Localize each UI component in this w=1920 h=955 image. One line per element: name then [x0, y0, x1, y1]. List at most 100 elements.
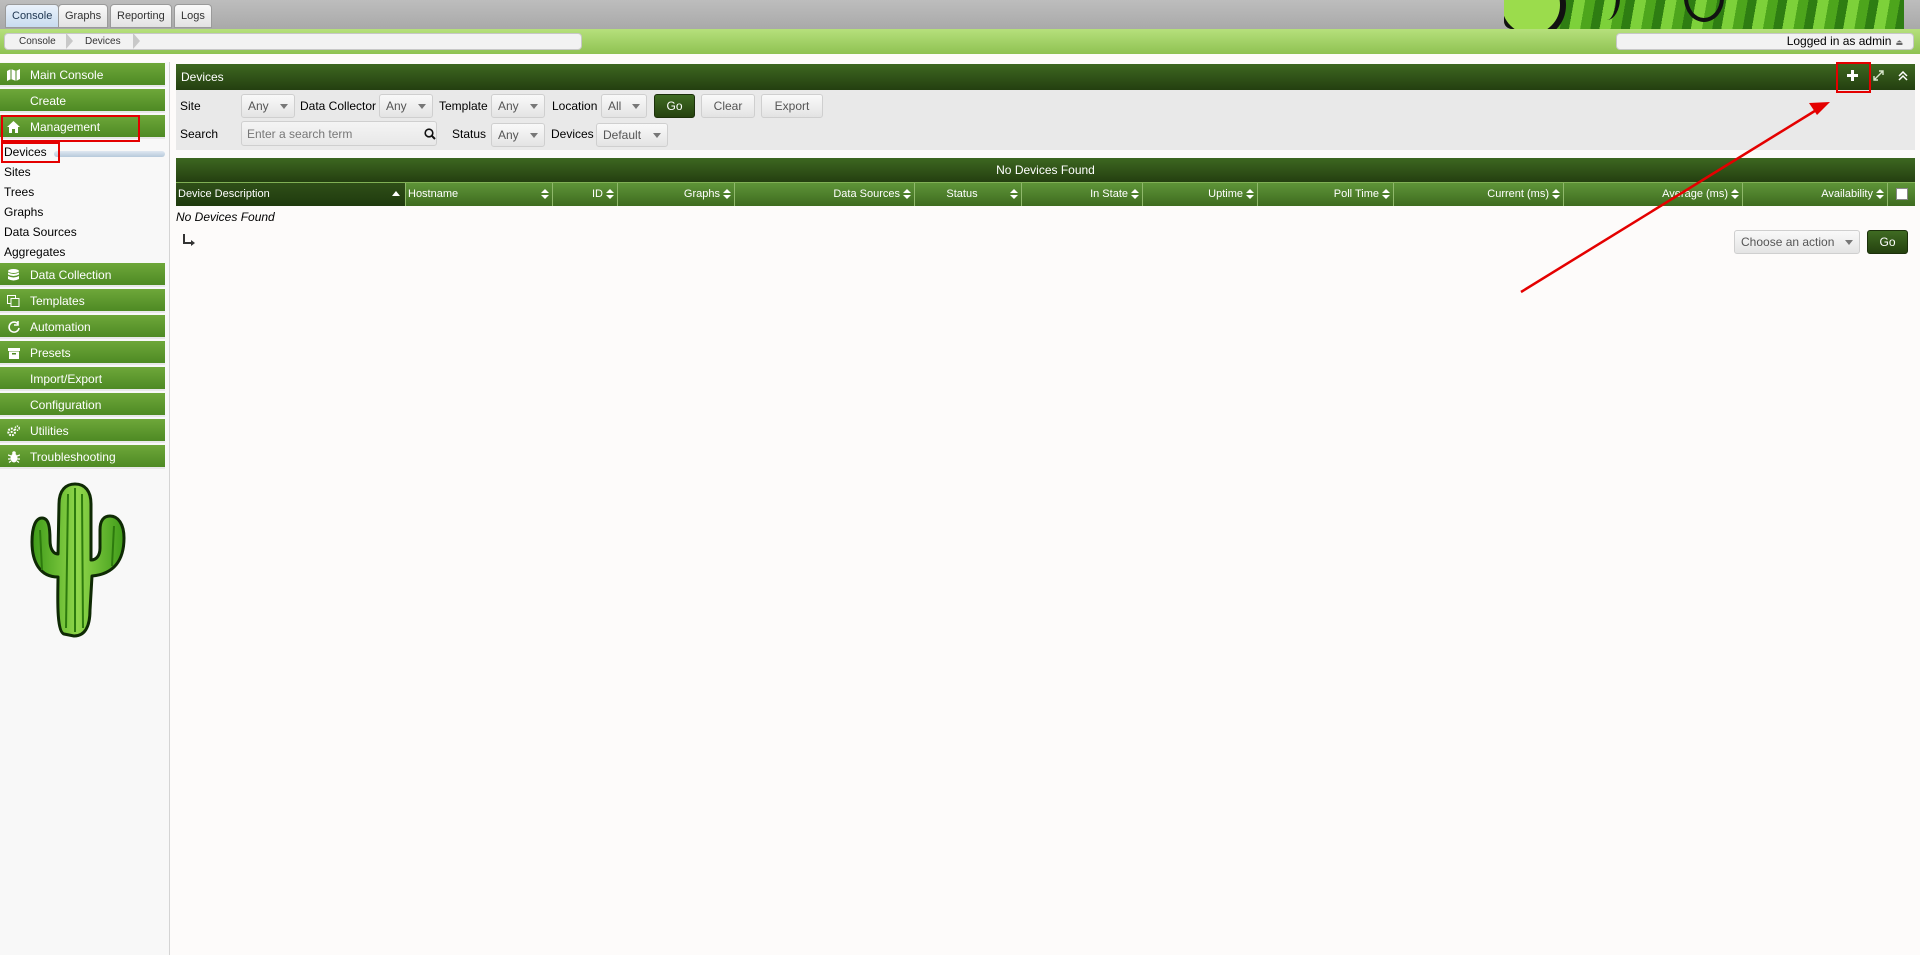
breadcrumb-devices[interactable]: Devices — [73, 34, 121, 49]
add-icon — [1846, 64, 1858, 90]
expand-button[interactable] — [1867, 68, 1889, 86]
menu-label: Main Console — [30, 68, 104, 82]
column-label: Data Sources — [833, 188, 900, 200]
search-label: Search — [180, 127, 219, 141]
column-label: Availability — [1821, 188, 1873, 200]
home-icon — [7, 121, 20, 133]
action-select[interactable]: Choose an action — [1734, 230, 1860, 254]
column-poll-time[interactable]: Poll Time — [1258, 183, 1394, 206]
chevron-down-icon — [632, 104, 640, 109]
status-select[interactable]: Any — [491, 123, 545, 147]
sort-icon — [1552, 189, 1560, 200]
expand-icon — [1872, 64, 1884, 90]
user-menu[interactable]: Logged in as admin ⏏ — [1616, 33, 1914, 50]
panel-header: Devices — [176, 64, 1915, 90]
column-label: Average (ms) — [1662, 188, 1728, 200]
sidebar-item-trees[interactable]: Trees — [4, 182, 164, 202]
column-uptime[interactable]: Uptime — [1143, 183, 1258, 206]
logged-in-text: Logged in as admin — [1786, 34, 1892, 48]
menu-templates[interactable]: Templates — [0, 289, 165, 313]
archive-icon — [7, 347, 20, 359]
menu-create[interactable]: Create — [0, 89, 165, 113]
chevron-down-icon — [653, 133, 661, 138]
menu-troubleshooting[interactable]: Troubleshooting — [0, 445, 165, 469]
menu-label: Troubleshooting — [30, 450, 116, 464]
column-hostname[interactable]: Hostname — [406, 183, 553, 206]
menu-data-collection[interactable]: Data Collection — [0, 263, 165, 287]
tab-logs[interactable]: Logs — [174, 4, 212, 28]
column-status[interactable]: Status — [915, 183, 1022, 206]
column-current-ms[interactable]: Current (ms) — [1394, 183, 1564, 206]
table-caption: No Devices Found — [176, 158, 1915, 182]
sidebar-item-aggregates[interactable]: Aggregates — [4, 242, 164, 262]
sort-icon — [1876, 189, 1884, 200]
data-collector-select[interactable]: Any — [379, 94, 433, 118]
gears-icon — [7, 425, 20, 437]
sidebar-item-graphs[interactable]: Graphs — [4, 202, 164, 222]
export-button[interactable]: Export — [761, 94, 823, 118]
clear-button[interactable]: Clear — [701, 94, 755, 118]
action-go-button[interactable]: Go — [1867, 230, 1908, 254]
column-in-state[interactable]: In State — [1022, 183, 1143, 206]
column-data-sources[interactable]: Data Sources — [735, 183, 915, 206]
sidebar-item-sites[interactable]: Sites — [4, 162, 164, 182]
sort-icon — [903, 189, 911, 200]
template-select-value: Any — [498, 99, 519, 113]
collapse-button[interactable] — [1892, 68, 1914, 86]
search-input[interactable] — [241, 121, 437, 146]
location-label: Location — [552, 99, 598, 113]
column-label: ID — [592, 188, 603, 200]
chevron-down-icon — [280, 104, 288, 109]
sort-icon — [1382, 189, 1390, 200]
cactus-banner-image — [1504, 0, 1904, 29]
column-availability[interactable]: Availability — [1743, 183, 1888, 206]
column-label: Hostname — [408, 188, 459, 200]
refresh-icon — [7, 321, 20, 333]
template-select[interactable]: Any — [491, 94, 545, 118]
menu-management[interactable]: Management — [0, 115, 165, 139]
select-all-checkbox[interactable] — [1896, 188, 1908, 200]
menu-utilities[interactable]: Utilities — [0, 419, 165, 443]
column-label: Status — [946, 188, 978, 200]
menu-label: Templates — [30, 294, 85, 308]
menu-main-console[interactable]: Main Console — [0, 63, 165, 87]
column-label: Device Description — [178, 188, 270, 200]
location-select[interactable]: All — [601, 94, 647, 118]
menu-import-export[interactable]: Import/Export — [0, 367, 165, 391]
tab-reporting[interactable]: Reporting — [110, 4, 172, 28]
devices-label: Devices — [551, 127, 594, 141]
site-select[interactable]: Any — [241, 94, 295, 118]
breadcrumb-console[interactable]: Console — [7, 34, 56, 49]
sort-up-icon — [392, 191, 400, 196]
map-icon — [7, 69, 20, 81]
chevron-down-icon — [418, 104, 426, 109]
table-header: Device Description Hostname ID Graphs Da… — [176, 182, 1915, 206]
menu-configuration[interactable]: Configuration — [0, 393, 165, 417]
site-label: Site — [180, 99, 201, 113]
column-device-description[interactable]: Device Description — [176, 183, 406, 206]
devices-select[interactable]: Default — [596, 123, 668, 147]
chevron-down-icon — [530, 104, 538, 109]
breadcrumb: Console Devices — [4, 33, 582, 50]
column-average-ms[interactable]: Average (ms) — [1564, 183, 1743, 206]
search-icon[interactable] — [424, 128, 436, 143]
tab-graphs[interactable]: Graphs — [58, 4, 109, 28]
column-label: In State — [1090, 188, 1128, 200]
breadcrumb-separator — [66, 33, 73, 49]
add-device-button[interactable] — [1841, 68, 1863, 86]
menu-label: Management — [30, 120, 101, 134]
menu-automation[interactable]: Automation — [0, 315, 165, 339]
action-select-value: Choose an action — [1741, 235, 1835, 249]
menu-presets[interactable]: Presets — [0, 341, 165, 365]
menu-label: Presets — [30, 346, 71, 360]
tab-console[interactable]: Console — [5, 4, 60, 28]
column-graphs[interactable]: Graphs — [618, 183, 735, 206]
menu-label: Automation — [30, 320, 91, 334]
eject-icon: ⏏ — [1895, 38, 1903, 47]
sidebar-item-devices[interactable]: Devices — [4, 142, 164, 162]
chevron-down-icon — [1845, 240, 1853, 245]
sidebar-item-data-sources[interactable]: Data Sources — [4, 222, 164, 242]
column-id[interactable]: ID — [553, 183, 618, 206]
go-button[interactable]: Go — [654, 94, 695, 118]
data-collector-label: Data Collector — [300, 99, 377, 113]
